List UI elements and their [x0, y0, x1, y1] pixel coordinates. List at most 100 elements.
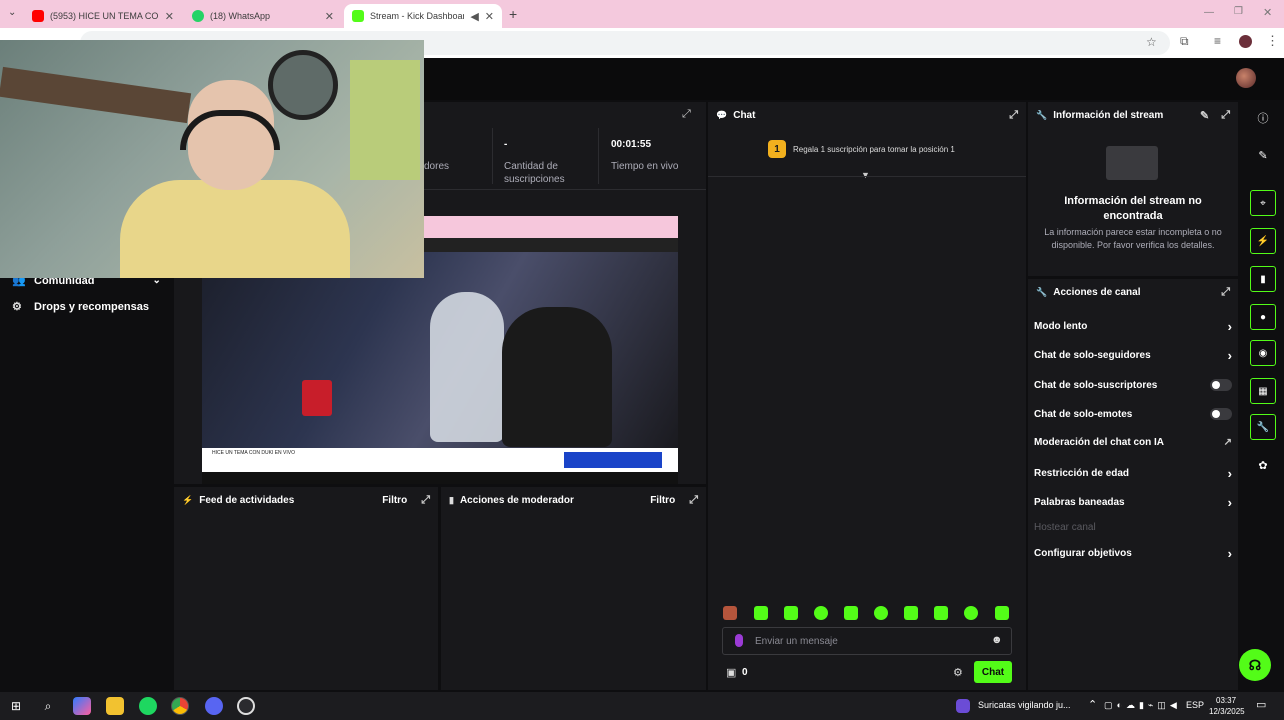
- tab-search-chevron-icon[interactable]: ⌄: [8, 7, 16, 18]
- rail-scan-icon[interactable]: ⌖: [1250, 190, 1276, 216]
- new-tab-button[interactable]: +: [509, 6, 517, 22]
- spotify-icon[interactable]: [139, 697, 157, 715]
- emote-icon[interactable]: [844, 606, 858, 620]
- preview-ad-banner: [564, 452, 662, 468]
- search-icon[interactable]: ⌕: [39, 697, 57, 715]
- emote-icon[interactable]: [814, 606, 828, 620]
- extensions-icon[interactable]: ⧉: [1180, 34, 1189, 49]
- clock-time[interactable]: 03:37: [1216, 696, 1236, 705]
- action-moderacion-ia[interactable]: Moderación del chat con IA ↗: [1034, 437, 1232, 448]
- subs-only-toggle[interactable]: [1210, 379, 1232, 391]
- bookmark-star-icon[interactable]: ☆: [1146, 35, 1157, 49]
- panel-title: Feed de actividades: [199, 494, 295, 506]
- preview-person-figure: [430, 292, 504, 442]
- expand-icon[interactable]: ⤢: [682, 108, 691, 121]
- rank-badge: 1: [768, 140, 786, 158]
- profile-avatar-icon[interactable]: [1239, 35, 1252, 48]
- notification-icon[interactable]: ▭: [1256, 698, 1266, 711]
- filter-button[interactable]: Filtro: [650, 495, 675, 506]
- send-chat-button[interactable]: Chat: [974, 661, 1012, 683]
- chat-settings-gear-icon[interactable]: ⚙: [953, 666, 963, 679]
- window-close-icon[interactable]: ✕: [1263, 6, 1272, 19]
- action-palabras-baneadas[interactable]: Palabras baneadas ›: [1034, 495, 1232, 510]
- chrome-icon[interactable]: [171, 697, 189, 715]
- filter-button[interactable]: Filtro: [382, 495, 407, 506]
- clock-date[interactable]: 12/3/2025: [1209, 707, 1245, 716]
- collapse-arrow-icon[interactable]: ▼: [861, 170, 870, 180]
- chat-message-input[interactable]: Enviar un mensaje ☻: [722, 627, 1012, 655]
- webcam-window: [350, 60, 420, 180]
- tab-youtube[interactable]: (5953) HICE UN TEMA CON DU ✕: [24, 4, 182, 28]
- restore-icon[interactable]: ❐: [1234, 6, 1243, 17]
- expand-icon[interactable]: ⤢: [421, 494, 430, 507]
- language-indicator[interactable]: ESP: [1186, 700, 1204, 710]
- tab-whatsapp[interactable]: (18) WhatsApp ✕: [184, 4, 342, 28]
- expand-icon[interactable]: ⤢: [1009, 109, 1018, 122]
- pencil-icon[interactable]: ✎: [1250, 142, 1276, 168]
- emote-icon[interactable]: [995, 606, 1009, 620]
- media-player-icon[interactable]: [956, 699, 970, 713]
- emote-icon[interactable]: [784, 606, 798, 620]
- mic-icon[interactable]: [735, 634, 743, 647]
- emotes-only-toggle[interactable]: [1210, 408, 1232, 420]
- emote-icon[interactable]: [904, 606, 918, 620]
- panel-header: 🔧 Acciones de canal ⤢: [1028, 279, 1238, 305]
- emote-avatar[interactable]: [723, 606, 737, 620]
- rail-shapes-icon[interactable]: ✿: [1250, 452, 1276, 478]
- rail-layout-icon[interactable]: ▦: [1250, 378, 1276, 404]
- rail-chat-icon[interactable]: ●: [1250, 304, 1276, 330]
- pencil-icon[interactable]: ✎: [1200, 109, 1209, 122]
- sidebar-item-drops[interactable]: ⚙ Drops y recompensas: [12, 300, 149, 314]
- obs-icon[interactable]: [237, 697, 255, 715]
- emote-icon[interactable]: [874, 606, 888, 620]
- expand-icon[interactable]: ⤢: [689, 494, 698, 507]
- expand-icon[interactable]: ⤢: [1221, 286, 1230, 299]
- menu-kebab-icon[interactable]: ⋮: [1266, 33, 1279, 49]
- panel-header: ⚡ Feed de actividades Filtro ⤢: [174, 487, 438, 513]
- discord-icon[interactable]: [205, 697, 223, 715]
- tab-label: Stream - Kick Dashboard: [370, 11, 465, 21]
- user-avatar[interactable]: [1236, 68, 1256, 88]
- panel-header: 🔧 Información del stream ✎ ⤢: [1028, 102, 1238, 128]
- windows-start-icon[interactable]: ⊞: [7, 697, 25, 715]
- info-icon[interactable]: ⓘ: [1250, 105, 1276, 131]
- expand-icon[interactable]: ⤢: [1221, 109, 1230, 122]
- file-explorer-icon[interactable]: [106, 697, 124, 715]
- rail-wrench-icon[interactable]: 🔧: [1250, 414, 1276, 440]
- close-icon[interactable]: ✕: [325, 10, 334, 23]
- speaker-icon[interactable]: ◀: [470, 10, 478, 23]
- action-modo-lento[interactable]: Modo lento ›: [1034, 319, 1232, 334]
- rail-bolt-icon[interactable]: ⚡: [1250, 228, 1276, 254]
- copilot-icon[interactable]: [73, 697, 91, 715]
- now-playing-text[interactable]: Suricatas vigilando ju...: [978, 700, 1071, 710]
- tab-label: (18) WhatsApp: [210, 11, 271, 21]
- action-label: Chat de solo-suscriptores: [1034, 379, 1158, 391]
- stat-separator: [492, 128, 493, 184]
- action-restriccion-edad[interactable]: Restricción de edad ›: [1034, 466, 1232, 481]
- close-icon[interactable]: ✕: [485, 10, 494, 23]
- media-control-icon[interactable]: ≡: [1214, 34, 1221, 48]
- emote-icon[interactable]: [964, 606, 978, 620]
- emote-icon[interactable]: [754, 606, 768, 620]
- webcam-bunk-bed: [0, 66, 192, 124]
- action-solo-emotes: Chat de solo-emotes: [1034, 408, 1232, 420]
- action-configurar-objetivos[interactable]: Configurar objetivos ›: [1034, 546, 1232, 561]
- close-icon[interactable]: ✕: [165, 10, 174, 23]
- action-solo-suscriptores: Chat de solo-suscriptores: [1034, 379, 1232, 391]
- help-headset-button[interactable]: ☊: [1239, 649, 1271, 681]
- action-solo-seguidores[interactable]: Chat de solo-seguidores ›: [1034, 348, 1232, 363]
- tab-kick-dashboard[interactable]: Stream - Kick Dashboard ◀ ✕: [344, 4, 502, 28]
- emoji-icon[interactable]: ☻: [991, 634, 1003, 646]
- panel-title: Información del stream: [1053, 109, 1164, 121]
- rail-shield-icon[interactable]: ▮: [1250, 266, 1276, 292]
- tray-chevron-up-icon[interactable]: ⌃: [1088, 698, 1097, 711]
- tray-icons[interactable]: ▢◐☁▮⌁◫◀: [1104, 700, 1181, 711]
- pinned-leaderboard[interactable]: 1 Regala 1 suscripción para tomar la pos…: [768, 140, 955, 158]
- emote-icon[interactable]: [934, 606, 948, 620]
- action-label: Moderación del chat con IA: [1034, 437, 1165, 448]
- subs-value: -: [504, 139, 508, 150]
- minimize-icon[interactable]: —: [1204, 7, 1214, 18]
- rail-broadcast-icon[interactable]: ◉: [1250, 340, 1276, 366]
- gift-icon: ⚙: [12, 301, 22, 313]
- uptime-label: Tiempo en vivo: [611, 161, 679, 172]
